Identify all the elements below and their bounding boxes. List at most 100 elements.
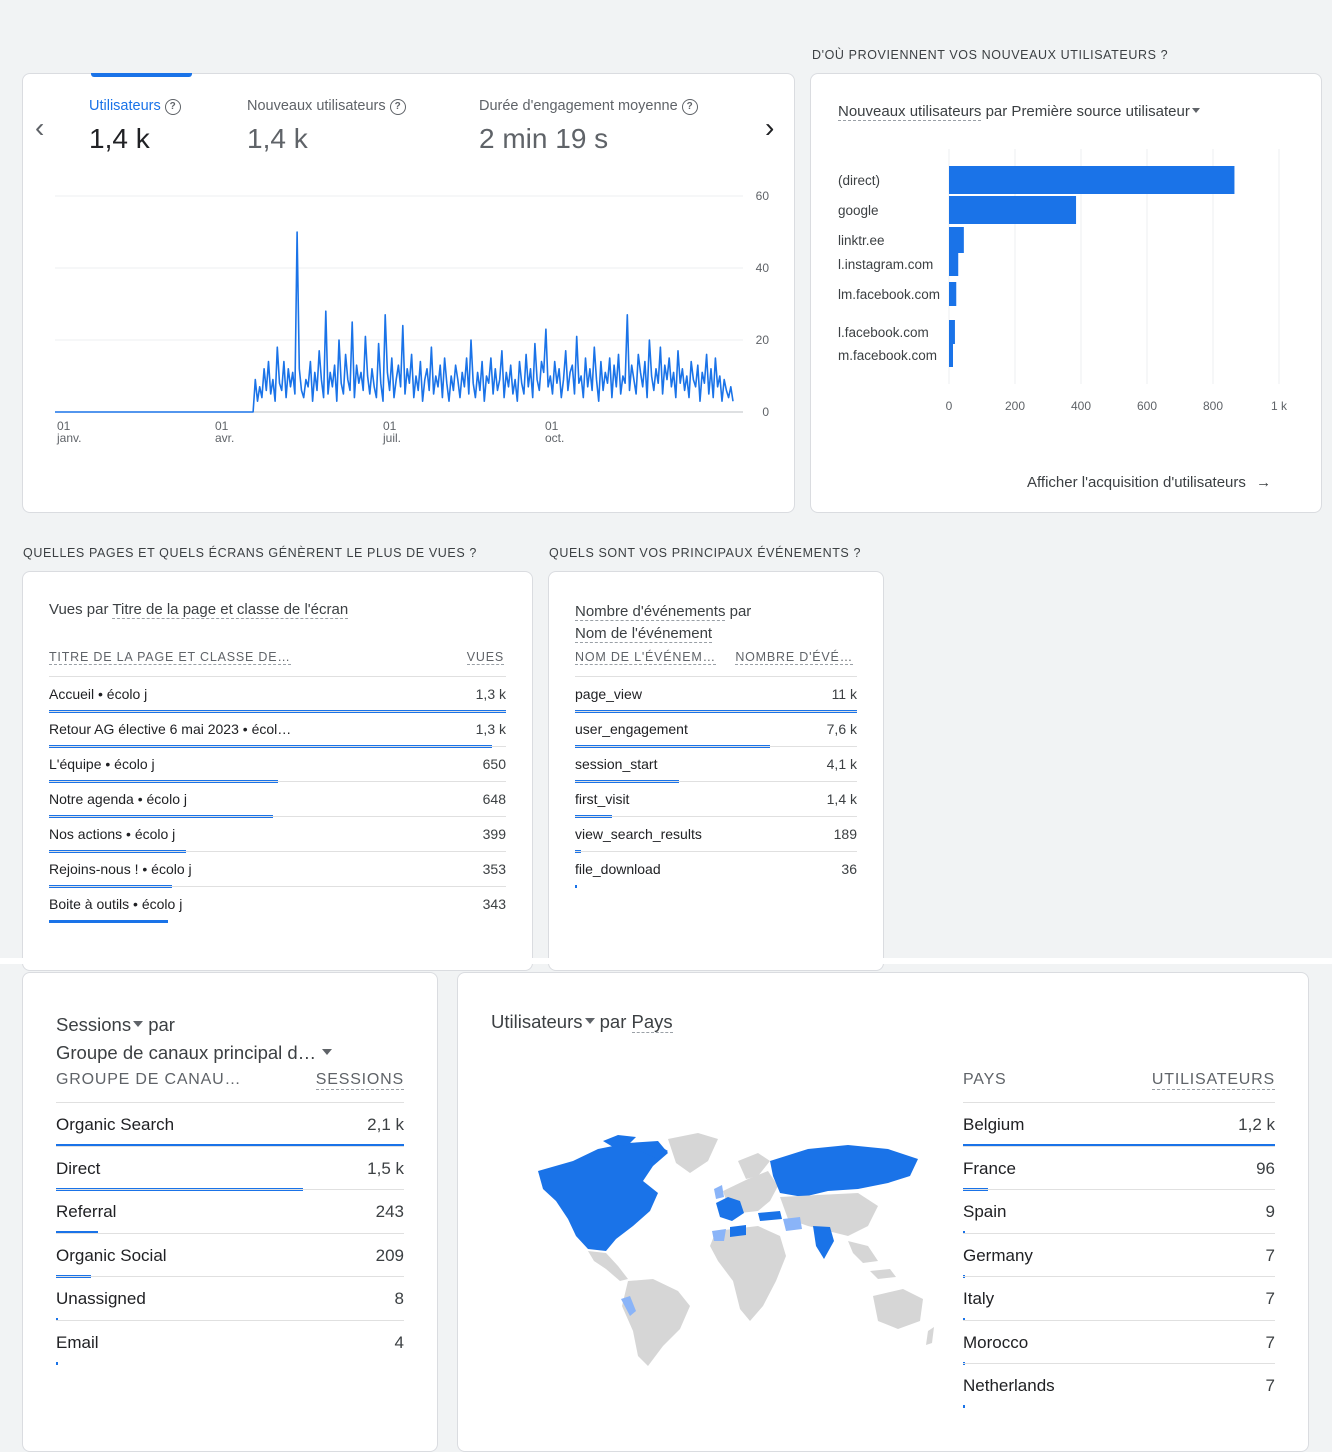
x-tick-label: 400 <box>1071 399 1091 413</box>
map-turkey[interactable] <box>758 1211 782 1221</box>
events-col-name[interactable]: NOM DE L'ÉVÉNEM… <box>575 650 716 665</box>
table-row[interactable]: session_start 4,1 k <box>575 746 857 783</box>
table-row[interactable]: view_search_results 189 <box>575 816 857 853</box>
row-label: Organic Search <box>56 1115 175 1134</box>
table-row[interactable]: Italy 7 <box>963 1276 1275 1321</box>
users-metric-selector[interactable]: Utilisateurs <box>491 1011 583 1032</box>
pages-col-title[interactable]: TITRE DE LA PAGE ET CLASSE DE… <box>49 650 291 665</box>
sessions-metric-selector[interactable]: Sessions <box>56 1014 131 1035</box>
metric-engagement[interactable]: Durée d'engagement moyenne? 2 min 19 s <box>479 98 698 155</box>
table-row[interactable]: Email 4 <box>56 1319 404 1365</box>
selected-metric-indicator <box>91 73 192 77</box>
table-row[interactable]: Belgium 1,2 k <box>963 1102 1275 1147</box>
table-row[interactable]: page_view 11 k <box>575 676 857 713</box>
channel-group-selector[interactable]: Groupe de canaux principal d… <box>56 1042 316 1063</box>
table-row[interactable]: Germany 7 <box>963 1232 1275 1278</box>
table-row[interactable]: Rejoins-nous ! • écolo j 353 <box>49 851 506 888</box>
dropdown-arrow-icon[interactable] <box>133 1021 144 1027</box>
help-icon[interactable]: ? <box>681 99 698 115</box>
bar-linktr.ee[interactable] <box>949 227 964 253</box>
map-central-america[interactable] <box>588 1251 628 1281</box>
map-russia[interactable] <box>770 1145 918 1197</box>
row-label: Retour AG élective 6 mai 2023 • écol… <box>49 721 292 737</box>
dropdown-arrow-icon[interactable] <box>322 1049 333 1055</box>
channels-col-sessions[interactable]: SESSIONS <box>315 1071 404 1090</box>
map-australia[interactable] <box>873 1289 923 1329</box>
arrow-right-icon: → <box>1256 474 1272 491</box>
table-row[interactable]: Boite à outils • écolo j 343 <box>49 886 506 923</box>
table-row[interactable]: Direct 1,5 k <box>56 1145 404 1191</box>
table-row[interactable]: Organic Search 2,1 k <box>56 1102 404 1147</box>
table-row[interactable]: Retour AG élective 6 mai 2023 • écol… 1,3… <box>49 711 506 748</box>
channels-card: Sessions par Groupe de canaux principal … <box>22 972 438 1452</box>
row-value: 353 <box>482 861 506 877</box>
bar-(direct)[interactable] <box>949 166 1235 194</box>
table-row[interactable]: first_visit 1,4 k <box>575 781 857 818</box>
table-row[interactable]: Unassigned 8 <box>56 1276 404 1321</box>
table-row[interactable]: file_download 36 <box>575 851 857 888</box>
events-card-title: Nombre d'événements par Nom de l'événeme… <box>575 601 751 645</box>
dimension-selector[interactable]: par Première source utilisateur <box>981 103 1190 120</box>
x-tick-month: oct. <box>545 431 564 445</box>
category-label: lm.facebook.com <box>838 287 940 302</box>
row-value: 243 <box>375 1202 404 1221</box>
dropdown-arrow-icon[interactable] <box>584 1018 595 1024</box>
row-value: 1,3 k <box>475 686 506 702</box>
bar-l.facebook.com[interactable] <box>949 320 955 344</box>
countries-col-users[interactable]: UTILISATEURS <box>1151 1071 1275 1090</box>
user-acquisition-link[interactable]: Afficher l'acquisition d'utilisateurs → <box>1027 474 1271 491</box>
map-iran[interactable] <box>783 1217 802 1231</box>
bar-l.instagram.com[interactable] <box>949 252 959 276</box>
events-card: Nombre d'événements par Nom de l'événeme… <box>548 571 884 971</box>
map-new-zealand[interactable] <box>926 1327 934 1345</box>
metric-users[interactable]: Utilisateurs? 1,4 k <box>89 98 181 155</box>
map-southeast-asia[interactable] <box>848 1241 896 1279</box>
table-row[interactable]: L'équipe • écolo j 650 <box>49 746 506 783</box>
row-label: Nos actions • écolo j <box>49 826 176 842</box>
prev-metrics-button[interactable]: ‹ <box>35 112 44 144</box>
table-row[interactable]: Organic Social 209 <box>56 1232 404 1278</box>
table-row[interactable]: Morocco 7 <box>963 1319 1275 1365</box>
pages-dimension-selector[interactable]: Titre de la page et classe de l'écran <box>112 601 349 619</box>
map-morocco[interactable] <box>712 1229 726 1241</box>
table-row[interactable]: Spain 9 <box>963 1189 1275 1234</box>
country-dimension-selector[interactable]: Pays <box>631 1011 673 1033</box>
world-map[interactable] <box>518 1131 938 1371</box>
pages-card-title: Vues par Titre de la page et classe de l… <box>49 601 349 619</box>
users-series-line[interactable] <box>55 231 734 413</box>
map-greenland[interactable] <box>668 1133 718 1173</box>
next-metrics-button[interactable]: › <box>765 112 774 144</box>
row-progress-bar <box>49 920 168 923</box>
map-uk[interactable] <box>714 1185 724 1199</box>
map-north-africa[interactable] <box>730 1225 746 1237</box>
table-row[interactable]: Referral 243 <box>56 1189 404 1234</box>
table-row[interactable]: user_engagement 7,6 k <box>575 711 857 748</box>
events-dimension-selector[interactable]: Nom de l'événement <box>575 625 713 643</box>
metric-selector[interactable]: Nouveaux utilisateurs <box>838 103 982 121</box>
category-label: google <box>838 203 879 218</box>
map-south-america[interactable] <box>622 1279 690 1366</box>
bar-lm.facebook.com[interactable] <box>949 282 957 306</box>
table-row[interactable]: Accueil • écolo j 1,3 k <box>49 676 506 713</box>
table-row[interactable]: Nos actions • écolo j 399 <box>49 816 506 853</box>
dropdown-arrow-icon[interactable] <box>1191 108 1200 113</box>
user-acquisition-link-label: Afficher l'acquisition d'utilisateurs <box>1027 474 1246 491</box>
channels-col-group[interactable]: GROUPE DE CANAU… <box>56 1071 241 1089</box>
events-metric-selector[interactable]: Nombre d'événements <box>575 603 726 621</box>
bar-m.facebook.com[interactable] <box>949 343 953 367</box>
map-india[interactable] <box>813 1226 834 1259</box>
bar-google[interactable] <box>949 196 1077 224</box>
help-icon[interactable]: ? <box>389 99 406 115</box>
metric-new-users[interactable]: Nouveaux utilisateurs? 1,4 k <box>247 98 406 155</box>
table-row[interactable]: France 96 <box>963 1145 1275 1191</box>
countries-col-country[interactable]: PAYS <box>963 1071 1007 1089</box>
events-col-count[interactable]: NOMBRE D'ÉVÉ… <box>735 650 853 665</box>
x-tick-label: 600 <box>1137 399 1157 413</box>
pages-col-views[interactable]: VUES <box>466 650 504 665</box>
sources-card-title[interactable]: Nouveaux utilisateurs par Première sourc… <box>838 103 1200 121</box>
y-tick-label: 60 <box>756 189 770 203</box>
map-north-america[interactable] <box>538 1141 668 1251</box>
table-row[interactable]: Netherlands 7 <box>963 1363 1275 1408</box>
table-row[interactable]: Notre agenda • écolo j 648 <box>49 781 506 818</box>
help-icon[interactable]: ? <box>164 99 181 115</box>
